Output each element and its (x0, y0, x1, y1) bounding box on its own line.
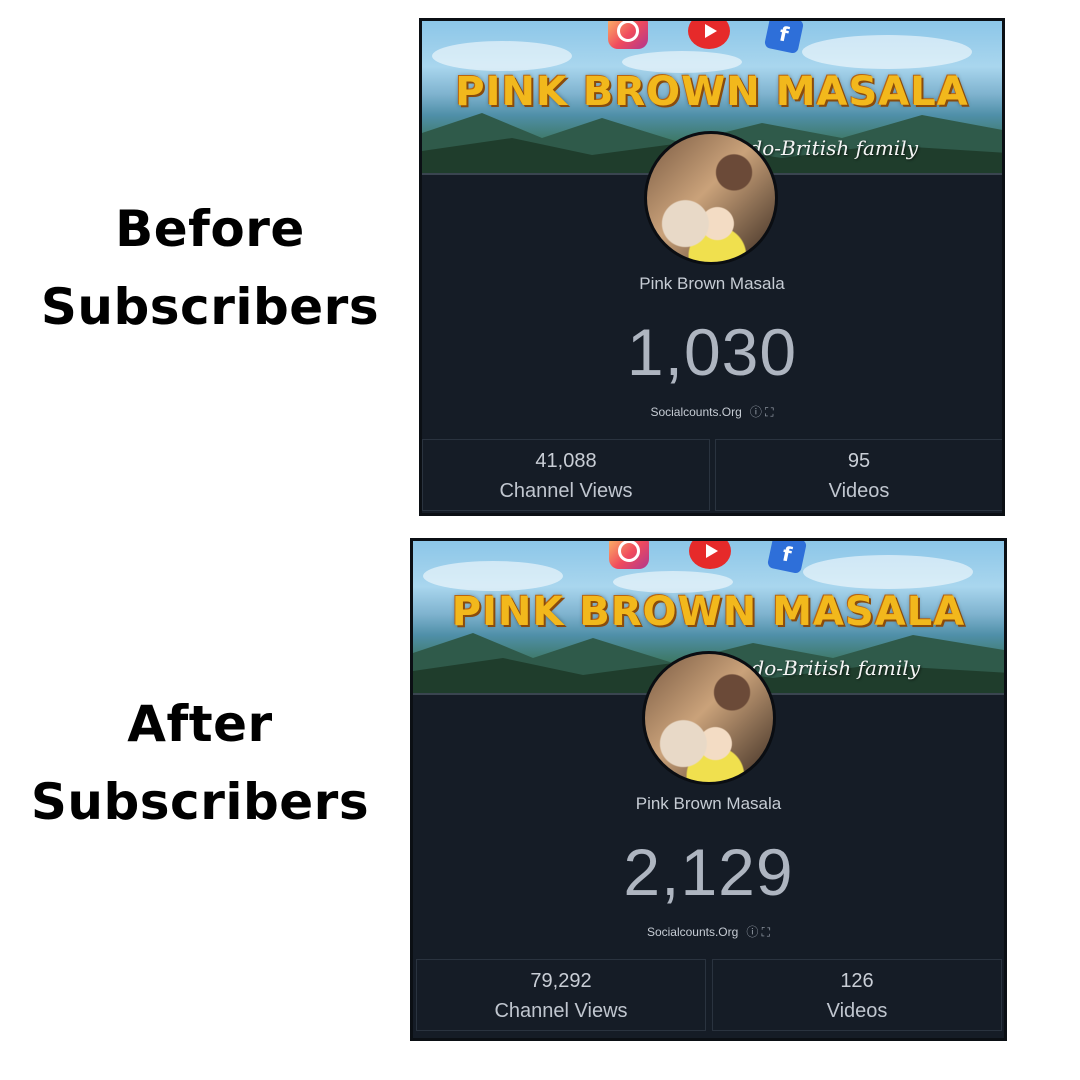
stat-value: 126 (840, 970, 874, 992)
banner-tagline: ndo-British family (738, 656, 920, 680)
source-link[interactable]: Socialcounts.Org (650, 405, 741, 419)
before-label-line1: Before (115, 200, 305, 258)
source-link[interactable]: Socialcounts.Org (647, 925, 738, 939)
channel-avatar (644, 131, 778, 265)
stat-value: 95 (847, 450, 871, 472)
stat-videos: 126 Videos (712, 959, 1002, 1031)
stat-value: 79,292 (530, 970, 592, 992)
stat-channel-views: 79,292 Channel Views (416, 959, 706, 1031)
instagram-icon (608, 21, 648, 49)
source-line: Socialcounts.Org ⓘ ⛶ (422, 403, 1002, 420)
instagram-icon (609, 541, 649, 569)
after-label-line2: Subscribers (30, 773, 370, 831)
banner-title: PINK BROWN MASALA (451, 589, 966, 635)
youtube-icon (688, 21, 730, 49)
youtube-icon (689, 541, 731, 569)
stat-label: Videos (826, 1000, 888, 1022)
stat-label: Channel Views (499, 480, 633, 502)
facebook-icon: f (763, 21, 805, 55)
stat-label: Videos (828, 480, 890, 502)
after-label-line1: After (127, 695, 273, 753)
after-label: After Subscribers (15, 685, 385, 841)
banner-title: PINK BROWN MASALA (455, 69, 969, 115)
subscriber-count: 1,030 (626, 315, 798, 389)
channel-card-before: f PINK BROWN MASALA ndo-British family P… (419, 18, 1005, 516)
channel-name: Pink Brown Masala (639, 274, 785, 293)
channel-name: Pink Brown Masala (635, 794, 782, 813)
info-fullscreen-icon[interactable]: ⓘ ⛶ (750, 405, 774, 419)
source-line: Socialcounts.Org ⓘ ⛶ (413, 923, 1004, 940)
channel-avatar (642, 651, 776, 785)
stat-videos: 95 Videos (715, 439, 1002, 511)
facebook-icon: f (766, 541, 808, 575)
before-label-line2: Subscribers (40, 278, 380, 336)
subscriber-count: 2,129 (623, 835, 794, 909)
info-fullscreen-icon[interactable]: ⓘ ⛶ (746, 925, 770, 939)
before-label: Before Subscribers (25, 190, 395, 346)
stat-channel-views: 41,088 Channel Views (422, 439, 710, 511)
channel-card-after: f PINK BROWN MASALA ndo-British family P… (410, 538, 1007, 1041)
stat-label: Channel Views (494, 1000, 628, 1022)
stat-value: 41,088 (535, 450, 597, 472)
